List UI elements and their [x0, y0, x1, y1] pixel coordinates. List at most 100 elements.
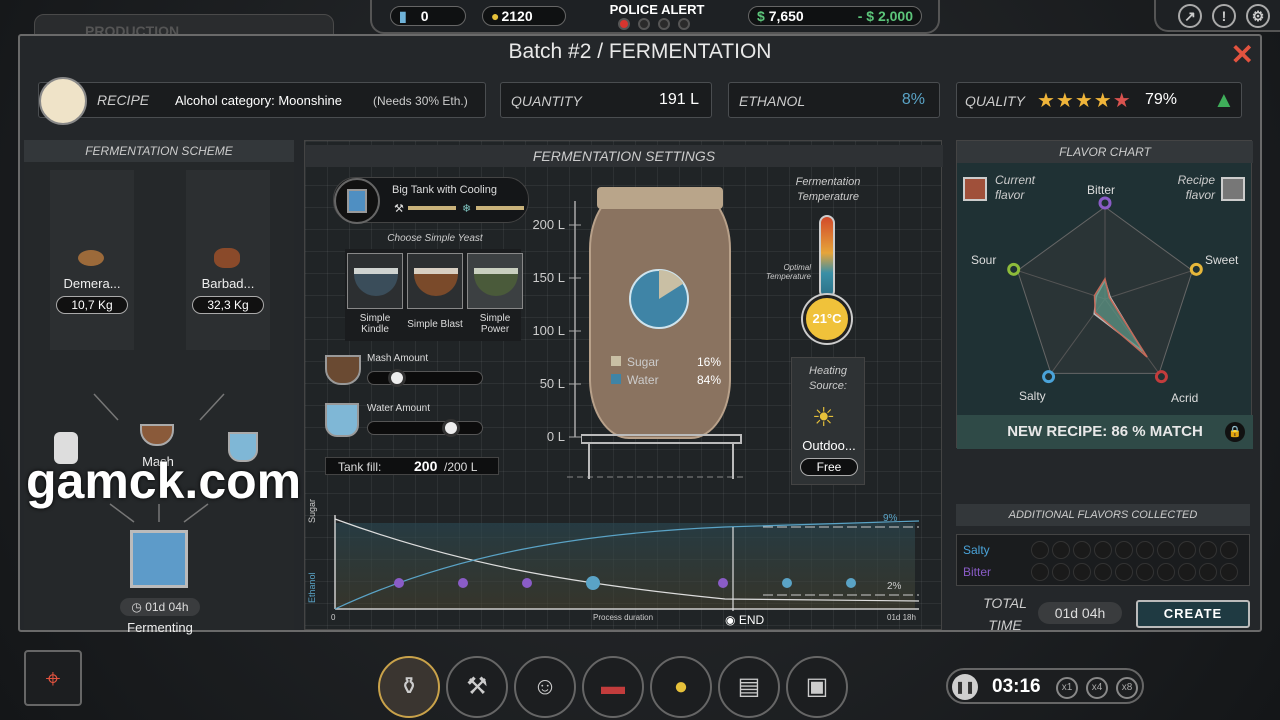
nav-production-button[interactable]: ⚱ — [378, 656, 440, 718]
mash-amount-slider[interactable] — [367, 369, 483, 387]
flavor-slot — [1073, 563, 1091, 581]
clock-icon: ◷ — [131, 600, 146, 614]
close-icon[interactable]: ✕ — [1231, 38, 1254, 71]
graph-end-label: END — [738, 613, 765, 627]
settings-title: FERMENTATION SETTINGS — [305, 145, 943, 167]
half-star-icon: ★ — [1112, 90, 1132, 112]
quantity-value: 191 L — [658, 91, 699, 108]
alert-icon[interactable]: ! — [1212, 4, 1236, 28]
flavor-slot — [1157, 541, 1175, 559]
ingredient-2-name: Barbad... — [201, 276, 255, 291]
flavor-slot — [1094, 563, 1112, 581]
water-amount-slider[interactable] — [367, 419, 483, 437]
alert-light-active — [618, 18, 630, 30]
current-flavor-swatch — [963, 177, 987, 201]
quality-label: QUALITY — [965, 93, 1025, 109]
lightbulb-icon: ● — [491, 8, 500, 24]
flavor-slot — [1220, 563, 1238, 581]
create-button[interactable]: CREATE — [1136, 600, 1250, 628]
ingredient-slot-2[interactable]: Barbad... 32,3 Kg — [186, 170, 270, 350]
choose-yeast-label: Choose Simple Yeast — [387, 233, 483, 244]
battery-value: 0 — [420, 8, 429, 24]
stats-icon[interactable]: ↗ — [1178, 4, 1202, 28]
yeast-option-kindle[interactable] — [347, 253, 403, 309]
ingredient-slot-1[interactable]: Demera... 10,7 Kg — [50, 170, 134, 350]
pie-legend: Sugar 16% Water 84% — [611, 355, 721, 387]
heating-source[interactable]: Heating Source: ☀ Outdoo... Free — [791, 357, 865, 485]
ferment-time-value: 01d 04h — [145, 600, 189, 614]
quantity-box: QUANTITY 191 L — [500, 82, 712, 118]
yeast-3-name: Simple Power — [479, 313, 511, 335]
nav-notes-button[interactable]: ▤ — [718, 656, 780, 718]
police-alert-label: POLICE ALERT — [609, 2, 705, 17]
flavor-slot — [1115, 541, 1133, 559]
water-label: Water — [627, 373, 659, 387]
durability-bar — [408, 206, 456, 210]
production-tab[interactable]: PRODUCTION — [34, 14, 334, 36]
ethanol-box: ETHANOL 8% — [728, 82, 940, 118]
yeast-option-blast[interactable] — [407, 253, 463, 309]
flavor-slot — [1073, 541, 1091, 559]
nav-inventory-button[interactable]: ▣ — [786, 656, 848, 718]
nav-workers-button[interactable]: ☺ — [514, 656, 576, 718]
ingredient-1-name: Demera... — [63, 276, 121, 291]
recipe-label: RECIPE — [97, 92, 150, 108]
moonshine-jug-icon: ⚱ — [398, 673, 420, 700]
speed-x1-button[interactable]: x1 — [1056, 677, 1078, 699]
water-slider-handle[interactable] — [441, 419, 460, 437]
graph-end-marker[interactable]: ◉ END — [725, 613, 764, 627]
game-clock: 03:16 — [992, 676, 1041, 697]
water-bucket-icon — [325, 403, 359, 437]
additional-salty-label: Salty — [963, 543, 990, 557]
flavor-slot — [1115, 563, 1133, 581]
hammer-icon: ⚒ — [394, 203, 404, 215]
yeast-option-power[interactable] — [467, 253, 523, 309]
lightbulb-icon: ● — [673, 673, 689, 700]
recipe-box: RECIPE Alcohol category: Moonshine (Need… — [38, 77, 486, 125]
speed-x8-button[interactable]: x8 — [1116, 677, 1138, 699]
tools-icon: ⚒ — [466, 673, 488, 700]
gear-icon[interactable]: ⚙ — [1246, 4, 1270, 28]
ingredient-1-weight: 10,7 Kg — [56, 296, 128, 314]
battery-icon: ▮ — [399, 7, 407, 24]
batch-window: Batch #2 / FERMENTATION ✕ RECIPE Alcohol… — [18, 34, 1262, 635]
money-counter: $ 7,650 - $ 2,000 — [748, 6, 922, 26]
game-screen: PRODUCTION ▮ 0 ● 2120 POLICE ALERT $ 7,6… — [0, 0, 1280, 720]
recipe-match: NEW RECIPE: 86 % MATCH 🔒 — [957, 415, 1253, 449]
radar-axis-marker — [1189, 262, 1203, 276]
optimal-temp-label: Optimal Temperature — [765, 263, 811, 281]
radar-axis-marker — [1007, 262, 1021, 276]
flavor-slot — [1031, 563, 1049, 581]
radar-axis-marker — [1098, 196, 1112, 210]
graph-sugar-label: Sugar — [307, 498, 317, 523]
tank-fill-value: 200 — [414, 458, 438, 474]
fermentation-scheme-panel: FERMENTATION SCHEME Demera... 10,7 Kg Ba… — [24, 140, 294, 635]
ideas-value: 2120 — [501, 8, 533, 24]
speed-x4-button[interactable]: x4 — [1086, 677, 1108, 699]
barrel-stand — [581, 434, 742, 479]
mash-slider-handle[interactable] — [387, 369, 406, 387]
graph-sugar-final: 2% — [887, 581, 902, 592]
graph-ethanol-final: 9% — [883, 513, 898, 524]
tank-shape — [347, 189, 367, 213]
notepad-icon: ▤ — [737, 673, 761, 700]
tank-selector[interactable]: Big Tank with Cooling ⚒ ❄ — [333, 177, 529, 224]
recipe-value: Alcohol category: Moonshine — [175, 93, 342, 108]
nav-vehicle-button[interactable]: ▬ — [582, 656, 644, 718]
tank-name: Big Tank with Cooling — [392, 184, 497, 196]
scale-tick: 150 L — [532, 270, 565, 285]
legend-water: Water 84% — [611, 373, 721, 387]
nav-tools-button[interactable]: ⚒ — [446, 656, 508, 718]
pause-button[interactable]: ❚❚ — [952, 674, 978, 700]
quality-box: QUALITY ★★★★★ 79% ▲ — [956, 82, 1242, 118]
tank-fill-label: Tank fill: — [338, 460, 382, 474]
fermentation-tank-icon — [130, 530, 188, 588]
map-pin-icon[interactable]: ⌖ — [24, 650, 82, 706]
yeast-bowl-icon — [474, 268, 518, 296]
dollar-icon: $ — [757, 8, 765, 24]
legend-swatch — [611, 374, 621, 384]
page-title: Batch #2 / FERMENTATION — [508, 40, 772, 63]
nav-research-button[interactable]: ● — [650, 656, 712, 718]
moonshine-jug-icon — [39, 77, 87, 125]
lock-icon[interactable]: 🔒 — [1225, 422, 1245, 442]
